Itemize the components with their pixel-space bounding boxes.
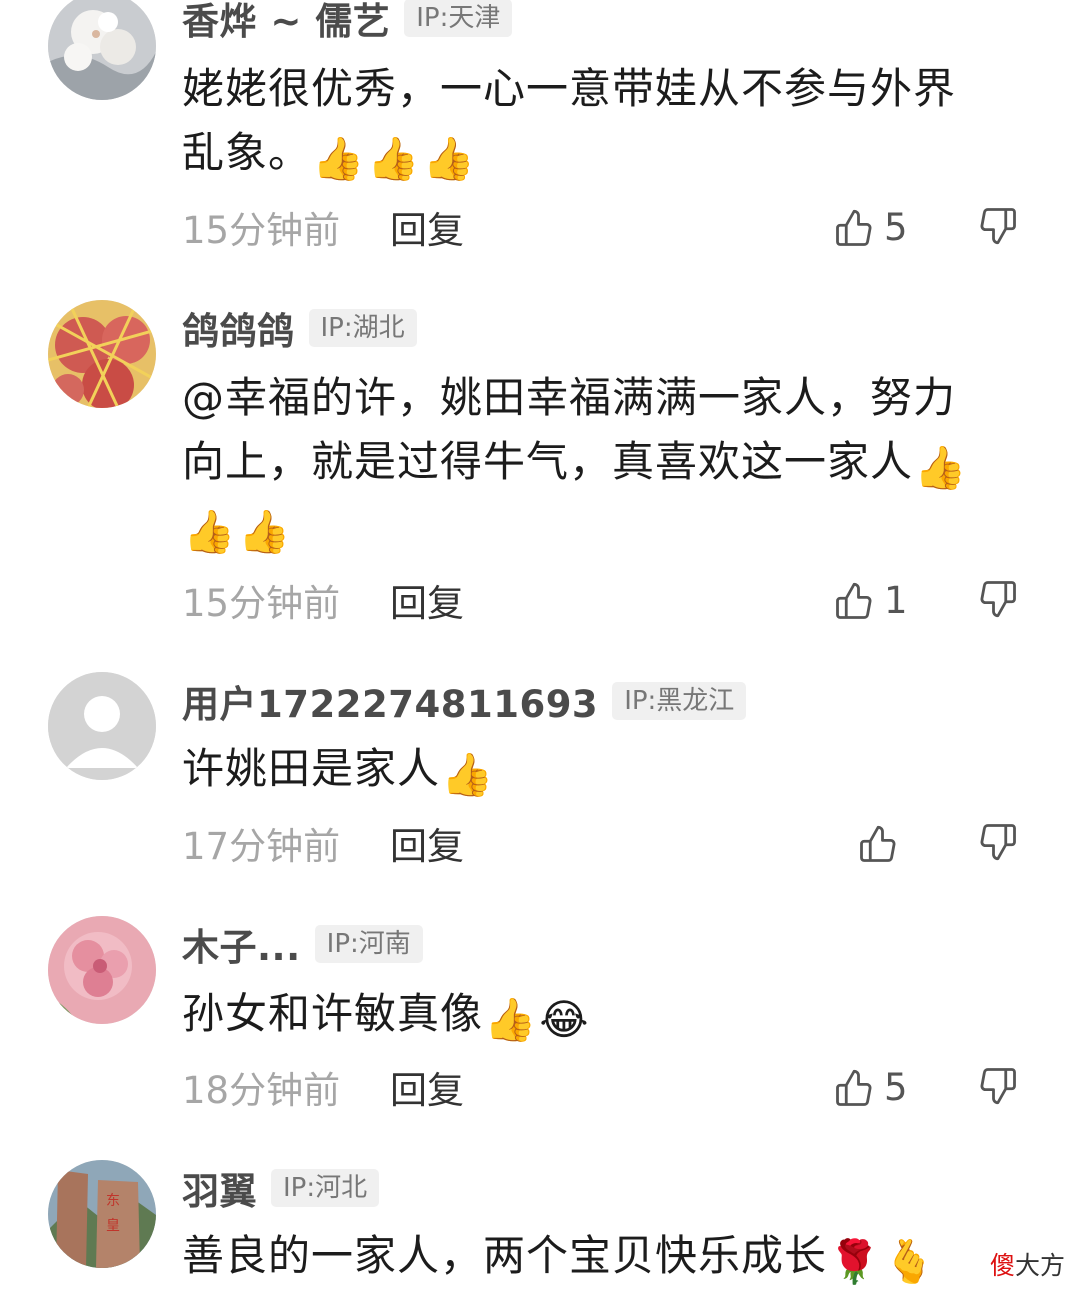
timestamp: 15分钟前 bbox=[182, 209, 341, 252]
apples-avatar-image bbox=[48, 300, 156, 408]
thumbs-down-icon bbox=[976, 206, 1018, 248]
username[interactable]: 用户1722274811693 bbox=[182, 674, 598, 728]
comment-text-line: 乱象。 bbox=[182, 128, 312, 177]
thumbs-up-icon bbox=[834, 206, 876, 248]
pink-flower-avatar-image bbox=[48, 916, 156, 1024]
thumbs-up-icon: 👍 bbox=[367, 134, 421, 183]
thumbs-down-icon bbox=[976, 1066, 1018, 1108]
default-user-avatar-image bbox=[48, 672, 156, 780]
comment-text: 孙女和许敏真像👍😂 bbox=[182, 982, 1022, 1046]
thumbs-up-icon: 👍 bbox=[312, 134, 366, 183]
thumbs-up-icon: 👍 bbox=[183, 507, 237, 556]
like-button[interactable] bbox=[858, 818, 908, 868]
username[interactable]: 鸽鸽鸽 bbox=[182, 301, 295, 355]
comment-text-line: 姥姥很优秀，一心一意带娃从不参与外界 bbox=[182, 64, 957, 113]
tears-of-joy-icon: 😂 bbox=[539, 995, 590, 1044]
thumbs-up-icon: 👍 bbox=[441, 750, 495, 799]
watermark: 傻大方 bbox=[990, 1251, 1066, 1280]
username[interactable]: 香烨 ~ 儒艺 bbox=[182, 0, 390, 45]
comment-text: 姥姥很优秀，一心一意带娃从不参与外界 乱象。👍👍👍 bbox=[182, 57, 1022, 185]
finger-heart-icon: 🫰 bbox=[883, 1237, 937, 1286]
ip-location-badge: IP:河北 bbox=[271, 1169, 380, 1207]
svg-text:皇: 皇 bbox=[106, 1218, 120, 1234]
timestamp: 18分钟前 bbox=[182, 1069, 341, 1112]
reply-button[interactable]: 回复 bbox=[390, 1060, 464, 1114]
like-count: 5 bbox=[884, 205, 908, 249]
blossom-avatar-image bbox=[48, 0, 156, 100]
avatar[interactable] bbox=[48, 0, 156, 100]
ip-location-badge: IP:河南 bbox=[314, 925, 423, 963]
rose-icon: 🌹 bbox=[828, 1237, 882, 1286]
dislike-button[interactable] bbox=[976, 818, 1018, 868]
comment-text: 许姚田是家人👍 bbox=[182, 737, 1022, 801]
like-button[interactable]: 5 bbox=[834, 1062, 908, 1112]
dislike-button[interactable] bbox=[976, 1062, 1018, 1112]
ip-location-badge: IP:黑龙江 bbox=[612, 682, 747, 720]
thumbs-up-icon: 👍 bbox=[238, 507, 292, 556]
like-count: 5 bbox=[884, 1065, 908, 1109]
comment-text-line: 善良的一家人，两个宝贝快乐成长 bbox=[182, 1231, 828, 1280]
dislike-button[interactable] bbox=[976, 575, 1018, 625]
thumbs-up-icon: 👍 bbox=[914, 443, 968, 492]
thumbs-up-icon: 👍 bbox=[484, 995, 538, 1044]
timestamp: 17分钟前 bbox=[182, 825, 341, 868]
thumbs-down-icon bbox=[976, 822, 1018, 864]
avatar[interactable] bbox=[48, 916, 156, 1024]
avatar[interactable] bbox=[48, 300, 156, 408]
reply-button[interactable]: 回复 bbox=[390, 816, 464, 870]
thumbs-up-icon bbox=[858, 822, 900, 864]
like-button[interactable]: 1 bbox=[834, 575, 908, 625]
ip-location-badge: IP:湖北 bbox=[308, 309, 417, 347]
comment-text-line: 孙女和许敏真像 bbox=[182, 989, 484, 1038]
comment-text: @幸福的许，姚田幸福满满一家人，努力 向上，就是过得牛气，真喜欢这一家人👍 👍👍 bbox=[182, 366, 1022, 558]
mountain-stone-avatar-image: 东 皇 bbox=[48, 1160, 156, 1268]
thumbs-up-icon: 👍 bbox=[422, 134, 476, 183]
username[interactable]: 羽翼 bbox=[182, 1161, 257, 1215]
svg-text:东: 东 bbox=[106, 1193, 120, 1209]
avatar[interactable] bbox=[48, 672, 156, 780]
comment-text-line: @幸福的许，姚田幸福满满一家人，努力 bbox=[182, 373, 957, 422]
comment-text-line: 许姚田是家人 bbox=[182, 744, 441, 793]
reply-button[interactable]: 回复 bbox=[390, 573, 464, 627]
thumbs-up-icon bbox=[834, 1066, 876, 1108]
like-count: 1 bbox=[884, 578, 908, 622]
comment-text: 善良的一家人，两个宝贝快乐成长🌹🫰 bbox=[182, 1224, 1022, 1288]
thumbs-down-icon bbox=[976, 579, 1018, 621]
ip-location-badge: IP:天津 bbox=[404, 0, 513, 37]
username[interactable]: 木子... bbox=[182, 917, 301, 971]
comment-text-line: 向上，就是过得牛气，真喜欢这一家人 bbox=[182, 437, 914, 486]
reply-button[interactable]: 回复 bbox=[390, 200, 464, 254]
timestamp: 15分钟前 bbox=[182, 582, 341, 625]
avatar[interactable]: 东 皇 bbox=[48, 1160, 156, 1268]
thumbs-up-icon bbox=[834, 579, 876, 621]
like-button[interactable]: 5 bbox=[834, 202, 908, 252]
dislike-button[interactable] bbox=[976, 202, 1018, 252]
